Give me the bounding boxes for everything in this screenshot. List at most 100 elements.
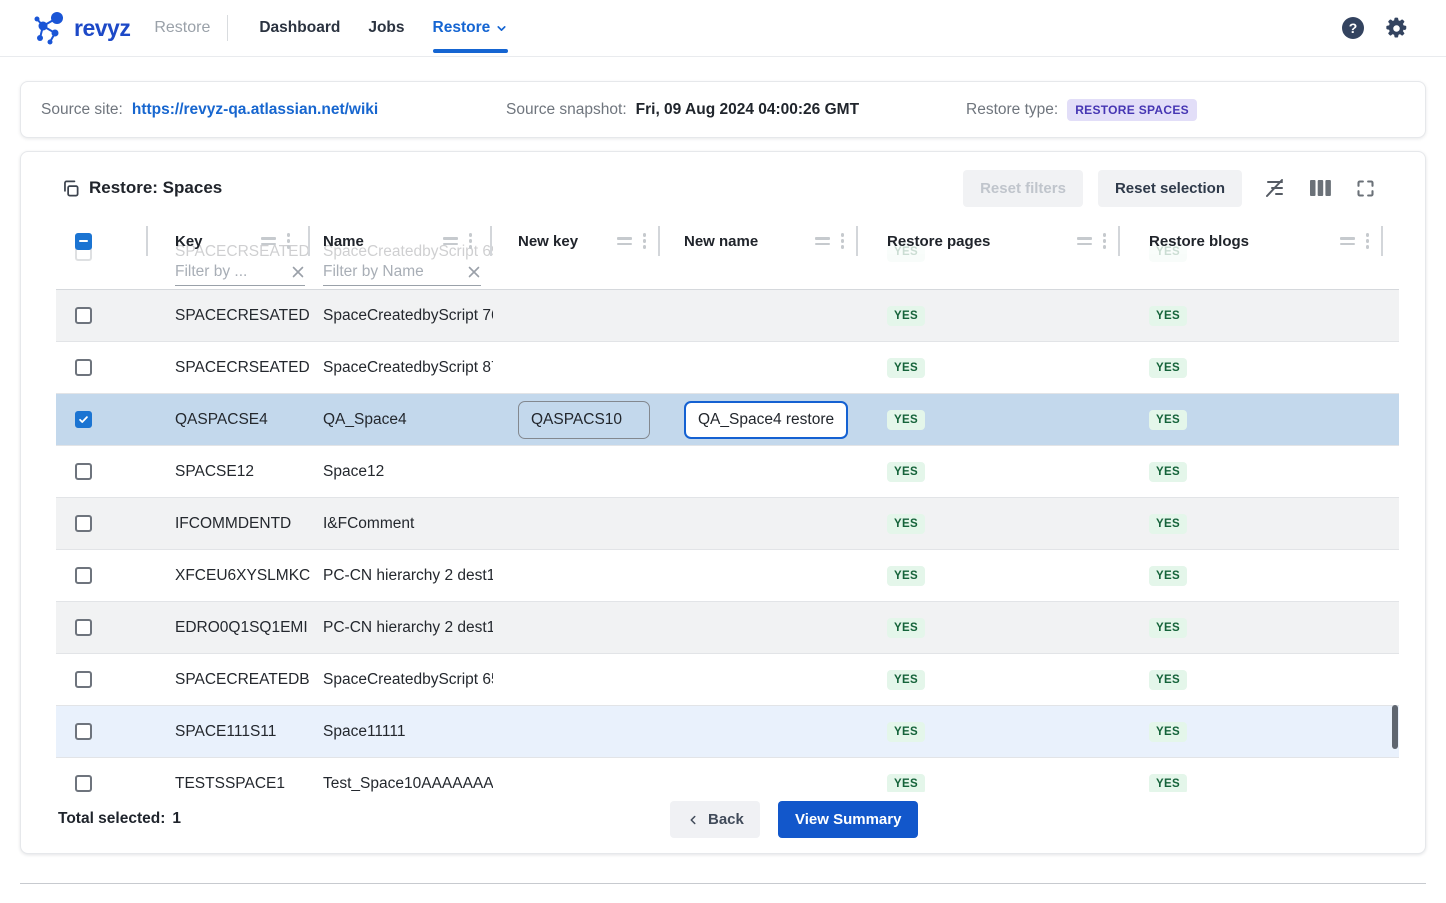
- table-row[interactable]: SPACECRSEATED SpaceCreatedbyScript 87 YE…: [56, 342, 1399, 394]
- source-snapshot-value: Fri, 09 Aug 2024 04:00:26 GMT: [636, 101, 859, 119]
- total-selected-label: Total selected:: [58, 810, 165, 828]
- select-all-checkbox[interactable]: [75, 233, 92, 250]
- name-filter-input[interactable]: [323, 263, 465, 281]
- cell-key: SPACE111S11: [149, 723, 311, 741]
- reset-selection-button[interactable]: Reset selection: [1098, 170, 1242, 207]
- restore-pages-badge: YES: [887, 670, 925, 690]
- cell-key: QASPACSE4: [149, 411, 311, 429]
- table-row[interactable]: QASPACSE4 QA_Space4 YES YES: [56, 394, 1399, 446]
- row-checkbox[interactable]: [75, 359, 92, 376]
- table-header: SPACECRSEATED SpaceCreatedbyScript 69 YE…: [56, 224, 1399, 290]
- table-footer: Total selected: 1 Back View Summary: [21, 792, 1425, 854]
- cell-name: PC-CN hierarchy 2 dest15: [311, 619, 493, 637]
- help-icon[interactable]: ?: [1342, 17, 1364, 39]
- row-checkbox[interactable]: [75, 411, 92, 428]
- table-body: SPACECRESATED SpaceCreatedbyScript 76 YE…: [56, 290, 1399, 792]
- column-header-key[interactable]: Key: [149, 224, 311, 258]
- restore-pages-badge: YES: [887, 514, 925, 534]
- column-header-new-name[interactable]: New name: [661, 224, 859, 258]
- source-site-label: Source site:: [41, 101, 123, 119]
- column-filter-icon[interactable]: [443, 237, 458, 245]
- gear-icon[interactable]: [1385, 17, 1408, 40]
- reset-filters-button[interactable]: Reset filters: [963, 170, 1083, 207]
- new-name-input[interactable]: [684, 401, 848, 439]
- cell-name: SpaceCreatedbyScript 76: [311, 307, 493, 325]
- column-menu-icon[interactable]: [1103, 233, 1107, 249]
- column-filter-icon[interactable]: [815, 237, 830, 245]
- cell-key: IFCOMMDENTD: [149, 515, 311, 533]
- column-filter-icon[interactable]: [261, 237, 276, 245]
- view-summary-button[interactable]: View Summary: [778, 801, 918, 838]
- chevron-left-icon: [686, 813, 700, 827]
- column-header-restore-pages[interactable]: Restore pages: [859, 224, 1121, 258]
- column-menu-icon[interactable]: [643, 233, 647, 249]
- top-nav: revyz Restore Dashboard Jobs Restore ?: [0, 0, 1446, 57]
- column-filter-icon[interactable]: [617, 237, 632, 245]
- restore-blogs-badge: YES: [1149, 514, 1187, 534]
- table-row[interactable]: SPACSE12 Space12 YES YES: [56, 446, 1399, 498]
- row-checkbox[interactable]: [75, 463, 92, 480]
- restore-type-badge: RESTORE SPACES: [1067, 99, 1197, 121]
- clear-key-filter-icon[interactable]: [291, 265, 305, 279]
- row-checkbox[interactable]: [75, 567, 92, 584]
- column-menu-icon[interactable]: [1366, 233, 1370, 249]
- restore-pages-badge: YES: [887, 306, 925, 326]
- column-menu-icon[interactable]: [287, 233, 291, 249]
- new-key-input[interactable]: [518, 401, 650, 439]
- column-header-restore-blogs[interactable]: Restore blogs: [1121, 224, 1384, 258]
- column-header-new-key[interactable]: New key: [493, 224, 661, 258]
- nav-item-dashboard[interactable]: Dashboard: [259, 0, 340, 57]
- table-row[interactable]: SPACE111S11 Space11111 YES YES: [56, 706, 1399, 758]
- clear-name-filter-icon[interactable]: [467, 265, 481, 279]
- cell-name: PC-CN hierarchy 2 dest16: [311, 567, 493, 585]
- cell-key: SPACSE12: [149, 463, 311, 481]
- restore-pages-badge: YES: [887, 358, 925, 378]
- column-menu-icon[interactable]: [841, 233, 845, 249]
- total-selected-value: 1: [172, 810, 181, 828]
- source-site-link[interactable]: https://revyz-qa.atlassian.net/wiki: [132, 101, 378, 119]
- restore-blogs-badge: YES: [1149, 566, 1187, 586]
- back-button[interactable]: Back: [670, 801, 760, 838]
- row-checkbox[interactable]: [75, 619, 92, 636]
- row-checkbox[interactable]: [75, 307, 92, 324]
- table-row[interactable]: IFCOMMDENTD I&FComment YES YES: [56, 498, 1399, 550]
- nav-item-jobs[interactable]: Jobs: [368, 0, 404, 57]
- cell-name: SpaceCreatedbyScript 65: [311, 671, 493, 689]
- chevron-down-icon: [495, 22, 508, 35]
- key-filter-input[interactable]: [175, 263, 289, 281]
- column-menu-icon[interactable]: [469, 233, 473, 249]
- column-header-name[interactable]: Name: [311, 224, 493, 258]
- column-filter-icon[interactable]: [1077, 237, 1092, 245]
- table-row[interactable]: TESTSSPACE1 Test_Space10AAAAAAAAA YES YE…: [56, 758, 1399, 792]
- row-checkbox[interactable]: [75, 775, 92, 792]
- brand-logo[interactable]: revyz: [33, 9, 130, 47]
- vertical-scrollbar-thumb[interactable]: [1392, 705, 1398, 749]
- restore-blogs-badge: YES: [1149, 722, 1187, 742]
- table-row[interactable]: SPACECREATEDB SpaceCreatedbyScript 65 YE…: [56, 654, 1399, 706]
- row-checkbox[interactable]: [75, 671, 92, 688]
- cell-name: I&FComment: [311, 515, 493, 533]
- restore-type-label: Restore type:: [966, 101, 1058, 119]
- page-divider: [20, 883, 1426, 884]
- table-row[interactable]: EDRO0Q1SQ1EMI PC-CN hierarchy 2 dest15 Y…: [56, 602, 1399, 654]
- restore-blogs-badge: YES: [1149, 306, 1187, 326]
- source-info-bar: Source site: https://revyz-qa.atlassian.…: [20, 81, 1426, 138]
- copy-icon[interactable]: [61, 179, 80, 198]
- column-filter-icon[interactable]: [1340, 237, 1355, 245]
- restore-pages-badge: YES: [887, 618, 925, 638]
- row-checkbox[interactable]: [75, 515, 92, 532]
- restore-blogs-badge: YES: [1149, 358, 1187, 378]
- nav-item-restore[interactable]: Restore: [433, 0, 509, 57]
- table-row[interactable]: XFCEU6XYSLMKC PC-CN hierarchy 2 dest16 Y…: [56, 550, 1399, 602]
- page-title: Restore: Spaces: [89, 178, 222, 198]
- cell-key: EDRO0Q1SQ1EMI: [149, 619, 311, 637]
- clear-filter-icon[interactable]: [1263, 176, 1287, 200]
- cell-key: SPACECRESATED: [149, 307, 311, 325]
- columns-icon[interactable]: [1308, 176, 1332, 200]
- table-row[interactable]: SPACECRESATED SpaceCreatedbyScript 76 YE…: [56, 290, 1399, 342]
- restore-pages-badge: YES: [887, 722, 925, 742]
- cell-name: Space12: [311, 463, 493, 481]
- cell-key: TESTSSPACE1: [149, 775, 311, 793]
- fullscreen-icon[interactable]: [1353, 176, 1377, 200]
- row-checkbox[interactable]: [75, 723, 92, 740]
